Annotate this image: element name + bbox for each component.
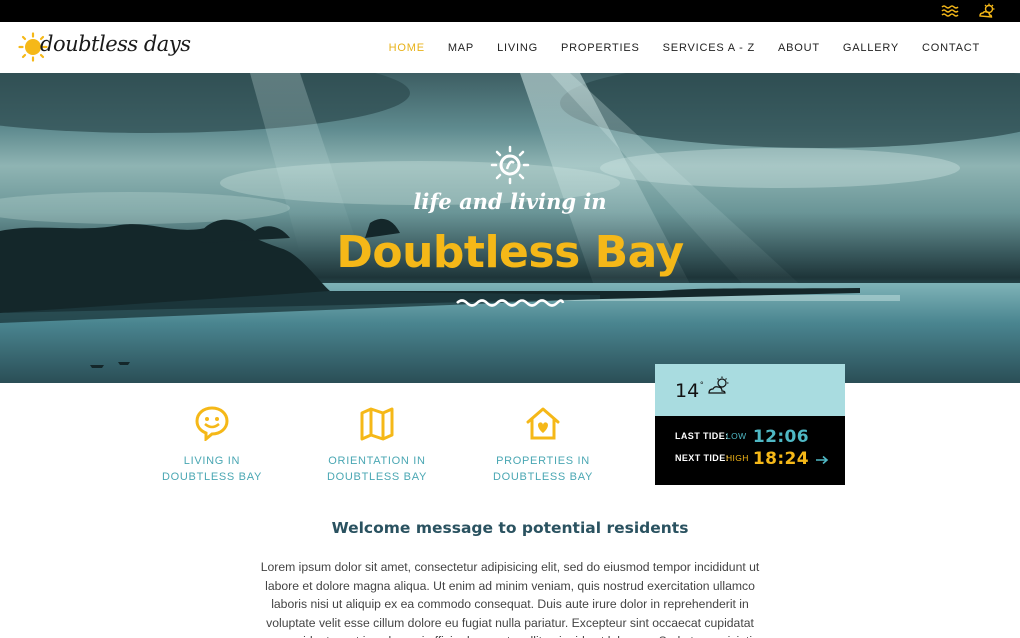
welcome-heading: Welcome message to potential residents — [331, 519, 689, 537]
folded-map-icon — [360, 407, 394, 441]
nav-contact[interactable]: CONTACT — [922, 42, 980, 54]
temperature: 14 — [675, 380, 700, 402]
smiley-speech-icon — [195, 406, 229, 441]
welcome-text: Lorem ipsum dolor sit amet, consectetur … — [260, 560, 760, 638]
weather-tide-widget[interactable]: 14 ° LAST TIDE:LOW 12:06 NEXT TIDE:HIGH … — [655, 364, 845, 485]
hero-content: life and living in Doubtless Bay — [0, 73, 1020, 383]
hero-banner: life and living in Doubtless Bay — [0, 73, 1020, 383]
next-tide-row: NEXT TIDE:HIGH 18:24 — [675, 449, 810, 469]
feature-label: LIVING IN DOUBTLESS BAY — [162, 455, 262, 483]
nav-services[interactable]: SERVICES A - Z — [663, 42, 755, 54]
next-tide-time: 18:24 — [752, 449, 810, 469]
feature-label: ORIENTATION IN DOUBTLESS BAY — [327, 455, 427, 483]
sun-icon — [490, 145, 530, 185]
feature-label: PROPERTIES IN DOUBTLESS BAY — [493, 455, 593, 483]
logo-text: doubtless days — [40, 32, 191, 56]
arrow-right-icon[interactable] — [815, 455, 829, 465]
scallop-edge — [655, 408, 845, 415]
sun-cloud-icon[interactable] — [978, 3, 996, 19]
degree-symbol: ° — [700, 380, 704, 390]
last-tide-row: LAST TIDE:LOW 12:06 — [675, 427, 810, 447]
wave-divider-icon — [456, 299, 565, 307]
feature-properties[interactable]: PROPERTIES IN DOUBTLESS BAY — [473, 405, 613, 485]
feature-orientation[interactable]: ORIENTATION IN DOUBTLESS BAY — [307, 405, 447, 485]
nav-living[interactable]: LIVING — [497, 42, 538, 54]
hero-tagline: life and living in — [413, 189, 607, 214]
feature-living[interactable]: LIVING IN DOUBTLESS BAY — [142, 405, 282, 485]
nav-properties[interactable]: PROPERTIES — [561, 42, 640, 54]
waves-icon[interactable] — [941, 3, 959, 19]
house-heart-icon — [526, 407, 560, 440]
last-tide-time: 12:06 — [752, 427, 810, 447]
partly-cloudy-icon — [708, 376, 729, 394]
nav-gallery[interactable]: GALLERY — [843, 42, 899, 54]
site-header: doubtless days HOME MAP LIVING PROPERTIE… — [0, 22, 1020, 73]
nav-map[interactable]: MAP — [448, 42, 474, 54]
nav-about[interactable]: ABOUT — [778, 42, 820, 54]
hero-title: Doubtless Bay — [336, 227, 684, 278]
top-utility-bar — [0, 0, 1020, 22]
site-logo[interactable]: doubtless days — [18, 30, 191, 64]
nav-home[interactable]: HOME — [389, 42, 425, 54]
main-nav: HOME MAP LIVING PROPERTIES SERVICES A - … — [366, 22, 980, 73]
